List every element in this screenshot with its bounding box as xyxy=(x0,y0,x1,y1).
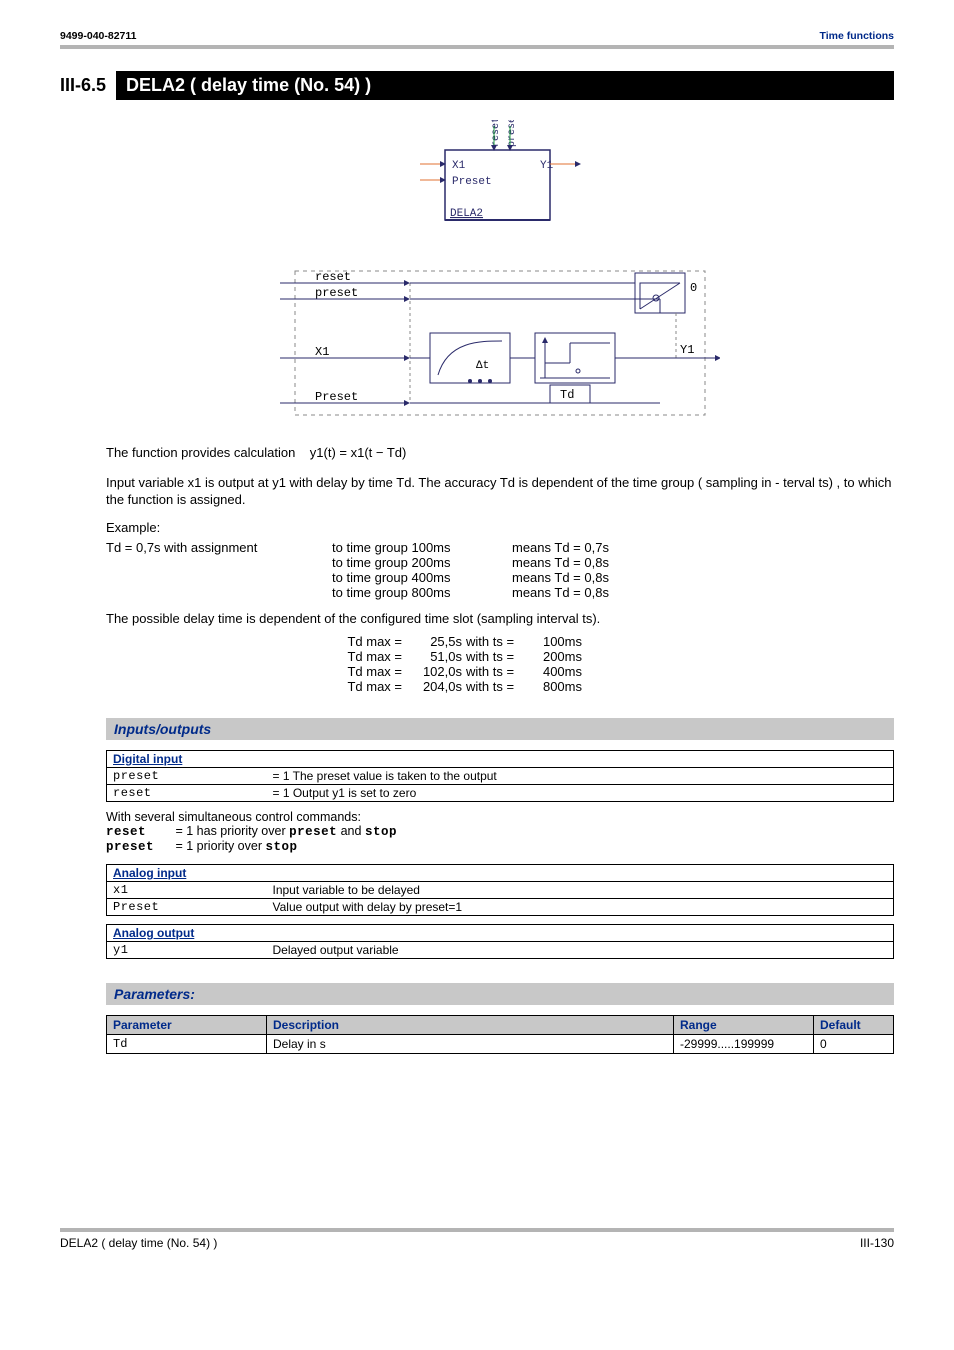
example-rows: Td = 0,7s with assignment to time group … xyxy=(106,540,894,600)
tdmax-intro: The possible delay time is dependent of … xyxy=(106,610,894,628)
port-reset-top: reset xyxy=(491,120,502,147)
label-y1-out: Y1 xyxy=(680,343,694,357)
label-preset-in: Preset xyxy=(315,390,358,404)
table-row: reset= 1 Output y1 is set to zero xyxy=(107,784,894,801)
page-header: 9499-040-82711 Time functions xyxy=(60,24,894,49)
priority-note: With several simultaneous control comman… xyxy=(106,810,894,854)
block-name: DELA2 xyxy=(450,208,483,220)
port-x1: X1 xyxy=(452,160,466,172)
signal-flow-diagram: reset preset X1 Preset Δt xyxy=(106,263,894,426)
io-heading: Inputs/outputs xyxy=(106,718,894,740)
formula-line: The function provides calculation y1(t) … xyxy=(106,444,894,462)
tdmax-rows: Td max =25,5swith ts =100ms Td max =51,0… xyxy=(336,634,894,694)
table-row: PresetValue output with delay by preset=… xyxy=(107,898,894,915)
description: Input variable x1 is output at y1 with d… xyxy=(106,474,894,509)
page: 9499-040-82711 Time functions III-6.5 DE… xyxy=(0,0,954,1280)
example-label: Example: xyxy=(106,519,894,537)
port-y1: Y1 xyxy=(540,160,554,172)
digital-input-group: Digital input xyxy=(107,750,894,767)
col-default: Default xyxy=(814,1015,894,1034)
digital-input-table: Digital input preset= 1 The preset value… xyxy=(106,750,894,802)
page-footer: DELA2 ( delay time (No. 54) ) III-130 xyxy=(60,1228,894,1250)
col-range: Range xyxy=(674,1015,814,1034)
label-zero: 0 xyxy=(690,281,697,295)
port-preset: Preset xyxy=(452,176,492,188)
table-row: x1Input variable to be delayed xyxy=(107,881,894,898)
section-heading: III-6.5 DELA2 ( delay time (No. 54) ) xyxy=(60,71,894,100)
footer-right: III-130 xyxy=(860,1236,894,1250)
chapter-title: Time functions xyxy=(820,30,894,42)
label-td: Td xyxy=(560,388,574,402)
params-heading: Parameters: xyxy=(106,983,894,1005)
table-row: y1Delayed output variable xyxy=(107,941,894,958)
analog-input-group: Analog input xyxy=(107,864,894,881)
label-preset: preset xyxy=(315,286,358,300)
section-title: DELA2 ( delay time (No. 54) ) xyxy=(116,71,894,100)
example-left: Td = 0,7s with assignment xyxy=(106,540,332,555)
label-delta-t: Δt xyxy=(476,360,489,372)
analog-output-table: Analog output y1Delayed output variable xyxy=(106,924,894,959)
analog-input-table: Analog input x1Input variable to be dela… xyxy=(106,864,894,916)
table-row: Td Delay in s -29999.....199999 0 xyxy=(107,1034,894,1053)
col-parameter: Parameter xyxy=(107,1015,267,1034)
parameters-table: Parameter Description Range Default Td D… xyxy=(106,1015,894,1054)
port-preset-top: preset xyxy=(507,120,518,147)
label-x1: X1 xyxy=(315,345,329,359)
section-number: III-6.5 xyxy=(60,71,116,100)
col-description: Description xyxy=(267,1015,674,1034)
label-reset: reset xyxy=(315,270,351,284)
block-diagram: X1 Preset Y1 DELA2 reset preset xyxy=(106,120,894,243)
table-row: preset= 1 The preset value is taken to t… xyxy=(107,767,894,784)
footer-left: DELA2 ( delay time (No. 54) ) xyxy=(60,1236,217,1250)
doc-id: 9499-040-82711 xyxy=(60,30,137,42)
analog-output-group: Analog output xyxy=(107,924,894,941)
